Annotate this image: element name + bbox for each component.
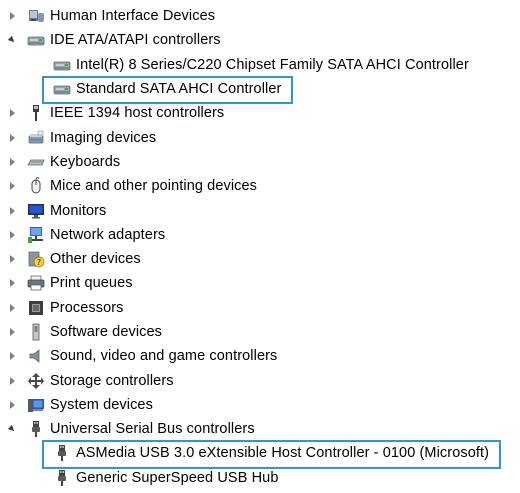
node-label: IEEE 1394 host controllers: [50, 105, 225, 122]
device-node[interactable]: Intel(R) 8 Series/C220 Chipset Family SA…: [0, 53, 520, 77]
category-node[interactable]: Print queues: [0, 271, 520, 295]
device-node[interactable]: Standard SATA AHCI Controller: [0, 77, 520, 101]
expand-arrow-icon[interactable]: [6, 229, 18, 241]
node-label: Universal Serial Bus controllers: [50, 421, 255, 438]
collapse-arrow-icon[interactable]: [6, 34, 18, 46]
expand-arrow-icon[interactable]: [6, 399, 18, 411]
node-label: Keyboards: [50, 153, 121, 170]
usb-icon: [52, 444, 72, 462]
node-label: Standard SATA AHCI Controller: [76, 81, 282, 98]
category-node[interactable]: Imaging devices: [0, 125, 520, 149]
expand-arrow-icon[interactable]: [6, 156, 18, 168]
node-label: Monitors: [50, 202, 107, 219]
device-tree: Human Interface Devices IDE ATA/ATAPI con…: [0, 4, 520, 490]
processor-icon: [26, 299, 46, 317]
expand-arrow-icon[interactable]: [6, 107, 18, 119]
node-label: IDE ATA/ATAPI controllers: [50, 32, 221, 49]
category-node[interactable]: Storage controllers: [0, 368, 520, 392]
storage-controller-icon: [26, 372, 46, 390]
system-device-icon: [26, 396, 46, 414]
svg-text:?: ?: [37, 258, 41, 267]
category-node[interactable]: Mice and other pointing devices: [0, 174, 520, 198]
node-label: Storage controllers: [50, 372, 174, 389]
category-node[interactable]: Processors: [0, 296, 520, 320]
monitor-icon: [26, 202, 46, 220]
node-label: Other devices: [50, 251, 141, 268]
category-node[interactable]: Network adapters: [0, 223, 520, 247]
category-node[interactable]: Sound, video and game controllers: [0, 344, 520, 368]
ide-controller-icon: [26, 31, 46, 49]
category-node[interactable]: IEEE 1394 host controllers: [0, 101, 520, 125]
usb-icon: [26, 420, 46, 438]
collapse-arrow-icon[interactable]: [6, 423, 18, 435]
node-label: Network adapters: [50, 226, 166, 243]
category-node[interactable]: Monitors: [0, 198, 520, 222]
expand-arrow-icon[interactable]: [6, 10, 18, 22]
expand-arrow-icon[interactable]: [6, 205, 18, 217]
expand-arrow-icon[interactable]: [6, 132, 18, 144]
device-node[interactable]: Generic SuperSpeed USB Hub: [0, 466, 520, 490]
ieee1394-icon: [26, 104, 46, 122]
node-label: Generic SuperSpeed USB Hub: [76, 469, 279, 486]
mouse-icon: [26, 177, 46, 195]
expand-arrow-icon[interactable]: [6, 180, 18, 192]
node-label: ASMedia USB 3.0 eXtensible Host Controll…: [76, 445, 490, 462]
ide-controller-icon: [52, 80, 72, 98]
category-node[interactable]: System devices: [0, 393, 520, 417]
node-label: Intel(R) 8 Series/C220 Chipset Family SA…: [76, 56, 469, 73]
software-device-icon: [26, 323, 46, 341]
category-node[interactable]: Human Interface Devices: [0, 4, 520, 28]
node-label: Sound, video and game controllers: [50, 348, 278, 365]
expand-arrow-icon[interactable]: [6, 302, 18, 314]
unknown-device-icon: ?: [26, 250, 46, 268]
ide-controller-icon: [52, 56, 72, 74]
node-label: Imaging devices: [50, 129, 157, 146]
expand-arrow-icon[interactable]: [6, 350, 18, 362]
category-node[interactable]: Universal Serial Bus controllers: [0, 417, 520, 441]
category-node[interactable]: IDE ATA/ATAPI controllers: [0, 28, 520, 52]
network-icon: [26, 226, 46, 244]
device-node[interactable]: ASMedia USB 3.0 eXtensible Host Controll…: [0, 441, 520, 465]
hid-icon: [26, 7, 46, 25]
node-label: System devices: [50, 396, 153, 413]
node-label: Human Interface Devices: [50, 8, 216, 25]
expand-arrow-icon[interactable]: [6, 326, 18, 338]
scanner-icon: [26, 129, 46, 147]
expand-arrow-icon[interactable]: [6, 375, 18, 387]
category-node[interactable]: ? Other devices: [0, 247, 520, 271]
printer-icon: [26, 274, 46, 292]
node-label: Software devices: [50, 324, 163, 340]
node-label: Processors: [50, 299, 124, 316]
expand-arrow-icon[interactable]: [6, 277, 18, 289]
keyboard-icon: [26, 153, 46, 171]
expand-arrow-icon[interactable]: [6, 253, 18, 265]
node-label: Print queues: [50, 275, 133, 292]
category-node[interactable]: Keyboards: [0, 150, 520, 174]
usb-icon: [52, 469, 72, 487]
speaker-icon: [26, 347, 46, 365]
node-label: Mice and other pointing devices: [50, 178, 258, 195]
category-node[interactable]: Software devices: [0, 320, 520, 344]
